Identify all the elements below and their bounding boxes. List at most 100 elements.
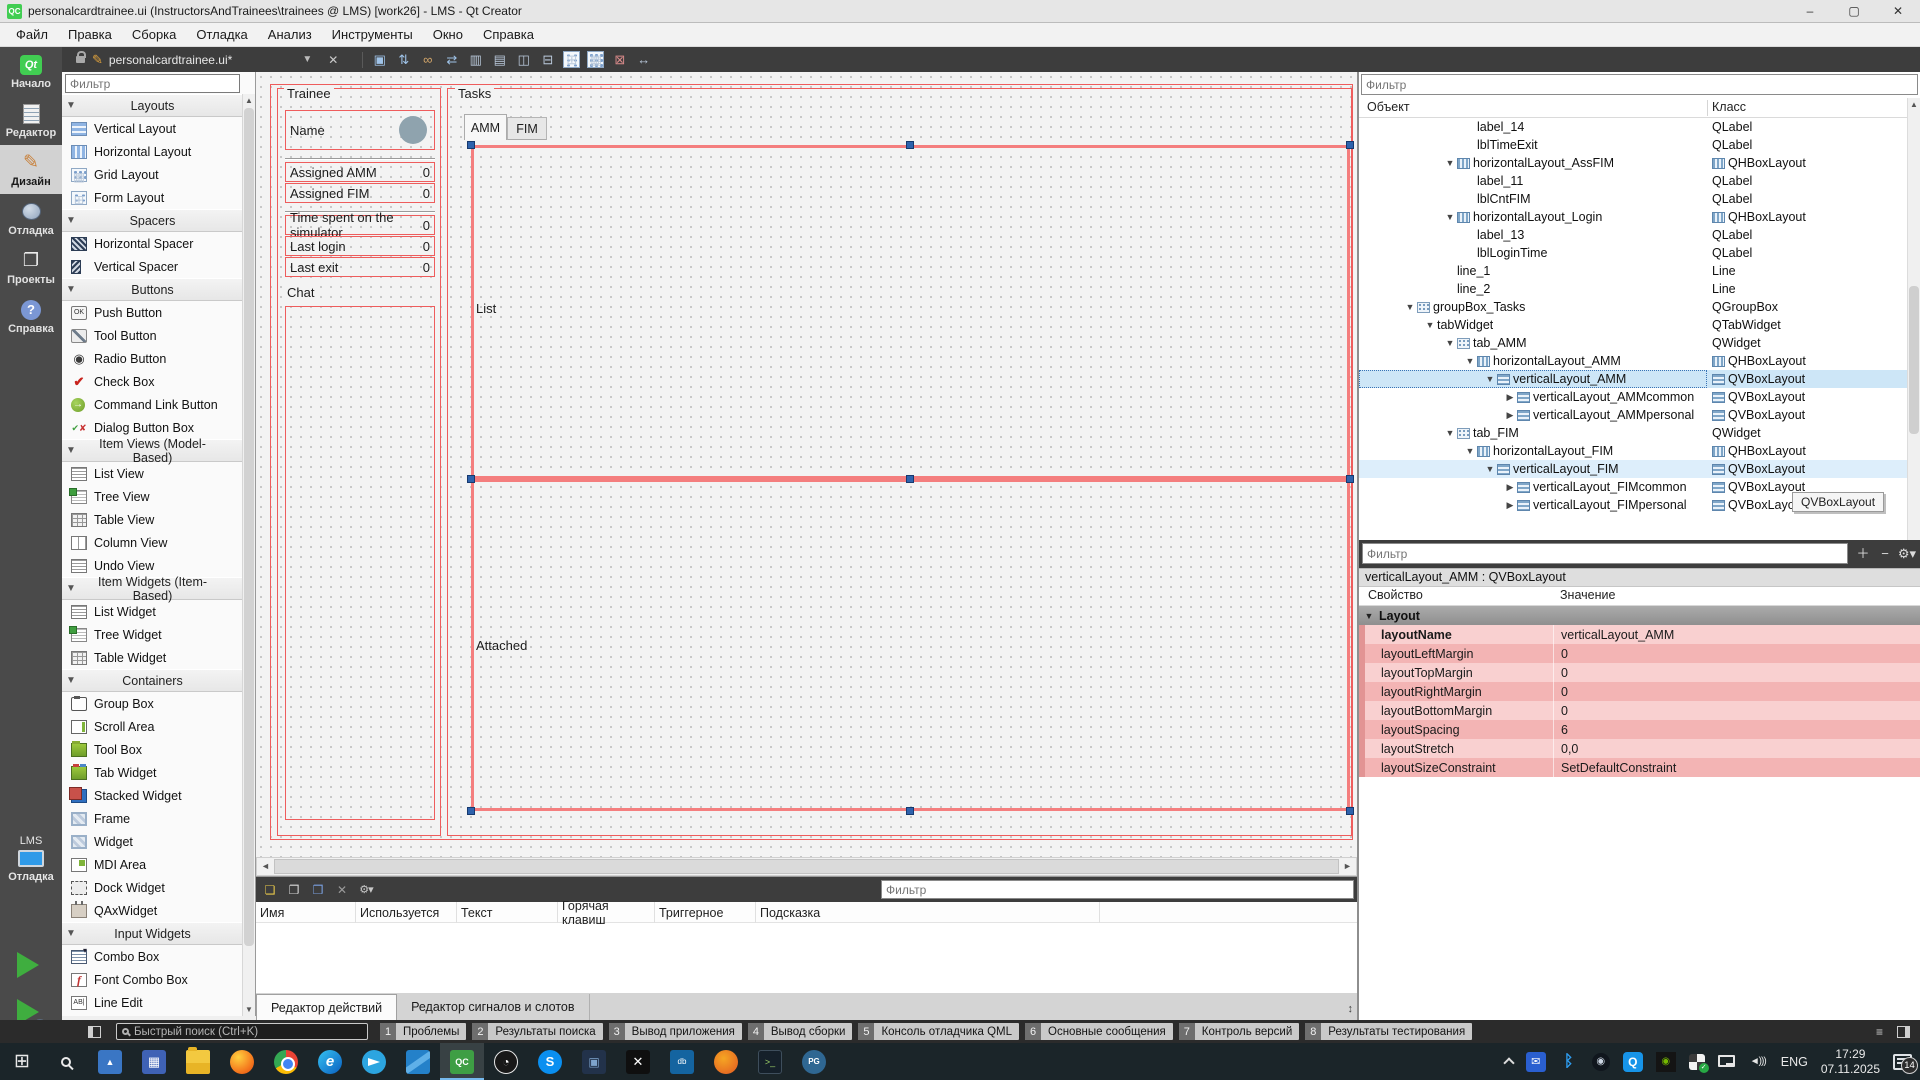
widget-item-widget[interactable]: Widget	[62, 830, 243, 853]
output-pane-1[interactable]: 1Проблемы	[380, 1023, 466, 1040]
splitter-vertical-icon[interactable]	[539, 51, 556, 68]
tree-row-label_14[interactable]: label_14QLabel	[1359, 118, 1907, 136]
grid-layout-icon[interactable]	[587, 51, 604, 68]
property-row-layoutRightMargin[interactable]: layoutRightMargin0	[1359, 682, 1920, 701]
remove-property-button[interactable]: −	[1875, 543, 1895, 564]
selection-handle[interactable]	[1346, 807, 1354, 815]
selection-handle[interactable]	[1346, 475, 1354, 483]
photos-app-icon[interactable]	[88, 1043, 132, 1080]
configure-icon[interactable]	[358, 882, 374, 898]
minimize-button[interactable]: –	[1788, 0, 1832, 22]
widget-category-containers[interactable]: ▼Containers	[62, 669, 243, 692]
output-pane-8[interactable]: 8Результаты тестирования	[1305, 1023, 1472, 1040]
widget-category-buttons[interactable]: ▼Buttons	[62, 278, 243, 301]
widget-box-scrollbar[interactable]: ▲ ▼	[242, 94, 255, 1016]
action-editor-filter-input[interactable]	[881, 880, 1354, 899]
hidden-icons-chevron[interactable]	[1503, 1057, 1514, 1068]
skype-icon[interactable]	[528, 1043, 572, 1080]
tab-amm[interactable]: AMM	[464, 114, 507, 140]
widget-item-list-view[interactable]: List View	[62, 462, 243, 485]
run-button[interactable]	[17, 952, 39, 978]
object-name-cell[interactable]: lblLoginTime	[1359, 244, 1707, 262]
object-name-cell[interactable]: ▶verticalLayout_AMMpersonal	[1359, 406, 1707, 424]
tree-row-tabWidget[interactable]: ▼tabWidgetQTabWidget	[1359, 316, 1907, 334]
property-row-layoutLeftMargin[interactable]: layoutLeftMargin0	[1359, 644, 1920, 663]
selection-handle[interactable]	[467, 475, 475, 483]
mode-item-projects[interactable]: Проекты	[0, 243, 62, 292]
tree-row-line_1[interactable]: line_1Line	[1359, 262, 1907, 280]
mode-item-editor[interactable]: Редактор	[0, 96, 62, 145]
form-row-time-0[interactable]: Time spent on the simulator0	[285, 215, 435, 235]
selection-handle[interactable]	[906, 475, 914, 483]
menu-item-1[interactable]: Файл	[6, 24, 58, 45]
widget-item-frame[interactable]: Frame	[62, 807, 243, 830]
scroll-down-icon[interactable]: ▼	[243, 1003, 255, 1016]
scrollbar-thumb[interactable]	[1909, 286, 1919, 434]
property-row-layoutSizeConstraint[interactable]: layoutSizeConstraintSetDefaultConstraint	[1359, 758, 1920, 777]
widget-box-filter-input[interactable]	[65, 74, 240, 93]
chevron-down-icon[interactable]: ▼	[1483, 374, 1497, 384]
avatar-placeholder[interactable]	[399, 116, 427, 144]
scroll-left-icon[interactable]: ◄	[257, 858, 274, 875]
dark-app-icon[interactable]	[572, 1043, 616, 1080]
taskbar-search-button[interactable]	[44, 1043, 88, 1080]
form-row-stat-0[interactable]: Assigned AMM0	[285, 162, 435, 182]
widget-item-group-box[interactable]: Group Box	[62, 692, 243, 715]
object-name-cell[interactable]: ▶verticalLayout_FIMcommon	[1359, 478, 1707, 496]
list-section-layout[interactable]	[471, 145, 1350, 479]
property-value[interactable]: 0	[1553, 701, 1920, 720]
chevron-down-icon[interactable]: ▼	[1443, 158, 1457, 168]
output-pane-3[interactable]: 3Вывод приложения	[609, 1023, 742, 1040]
form-layout-icon[interactable]	[563, 51, 580, 68]
lay-vertically-icon[interactable]	[491, 51, 508, 68]
widget-item-table-view[interactable]: Table View	[62, 508, 243, 531]
tree-row-verticalLayout_AMMcommon[interactable]: ▶verticalLayout_AMMcommonQVBoxLayout	[1359, 388, 1907, 406]
lay-horizontally-icon[interactable]	[467, 51, 484, 68]
scroll-up-icon[interactable]: ▲	[243, 94, 255, 107]
edit-tab-order-icon[interactable]	[443, 51, 460, 68]
start-button[interactable]	[0, 1043, 44, 1080]
output-pane-4[interactable]: 4Вывод сборки	[748, 1023, 853, 1040]
widget-item-tool-button[interactable]: Tool Button	[62, 324, 243, 347]
property-filter-input[interactable]	[1362, 543, 1848, 564]
mode-item-help[interactable]: ?Справка	[0, 292, 62, 341]
mode-item-design[interactable]: Дизайн	[0, 145, 62, 194]
property-value[interactable]: 0	[1553, 682, 1920, 701]
edit-signals-icon[interactable]	[395, 51, 412, 68]
file-explorer-icon[interactable]	[176, 1043, 220, 1080]
tree-row-tab_AMM[interactable]: ▼tab_AMMQWidget	[1359, 334, 1907, 352]
layout-section-header[interactable]: ▼ Layout	[1359, 606, 1920, 625]
menu-item-2[interactable]: Правка	[58, 24, 122, 45]
property-row-layoutBottomMargin[interactable]: layoutBottomMargin0	[1359, 701, 1920, 720]
object-name-cell[interactable]: ▼verticalLayout_FIM	[1359, 460, 1707, 478]
output-pane-5[interactable]: 5Консоль отладчика QML	[858, 1023, 1019, 1040]
tree-row-verticalLayout_FIM[interactable]: ▼verticalLayout_FIMQVBoxLayout	[1359, 460, 1907, 478]
column-divider[interactable]	[1707, 100, 1708, 116]
widget-item-horizontal-spacer[interactable]: Horizontal Spacer	[62, 232, 243, 255]
object-name-cell[interactable]: ▼tabWidget	[1359, 316, 1707, 334]
widget-item-scroll-area[interactable]: Scroll Area	[62, 715, 243, 738]
bottom-tab-1[interactable]: Редактор действий	[256, 994, 397, 1020]
tree-row-tab_FIM[interactable]: ▼tab_FIMQWidget	[1359, 424, 1907, 442]
property-value[interactable]: 6	[1553, 720, 1920, 739]
telegram-icon[interactable]	[352, 1043, 396, 1080]
widget-item-vertical-layout[interactable]: Vertical Layout	[62, 117, 243, 140]
object-name-cell[interactable]: ▼horizontalLayout_FIM	[1359, 442, 1707, 460]
selection-handle[interactable]	[467, 807, 475, 815]
language-indicator[interactable]: ENG	[1781, 1055, 1808, 1069]
object-name-cell[interactable]: lblTimeExit	[1359, 136, 1707, 154]
database-app-icon[interactable]	[660, 1043, 704, 1080]
mail-tray-icon[interactable]	[1526, 1052, 1546, 1072]
edge-icon[interactable]	[308, 1043, 352, 1080]
widget-item-stacked-widget[interactable]: Stacked Widget	[62, 784, 243, 807]
scroll-up-icon[interactable]: ▲	[1908, 98, 1920, 111]
chevron-down-icon[interactable]: ▼	[1443, 428, 1457, 438]
widget-category-spacers[interactable]: ▼Spacers	[62, 209, 243, 232]
tree-row-groupBox_Tasks[interactable]: ▼groupBox_TasksQGroupBox	[1359, 298, 1907, 316]
property-value[interactable]: SetDefaultConstraint	[1553, 758, 1920, 777]
menu-item-3[interactable]: Сборка	[122, 24, 187, 45]
menu-item-4[interactable]: Отладка	[186, 24, 257, 45]
property-row-layoutName[interactable]: layoutNameverticalLayout_AMM	[1359, 625, 1920, 644]
canvas-h-scrollbar[interactable]: ◄ ►	[256, 857, 1357, 876]
chevron-right-icon[interactable]: ▶	[1503, 410, 1517, 421]
